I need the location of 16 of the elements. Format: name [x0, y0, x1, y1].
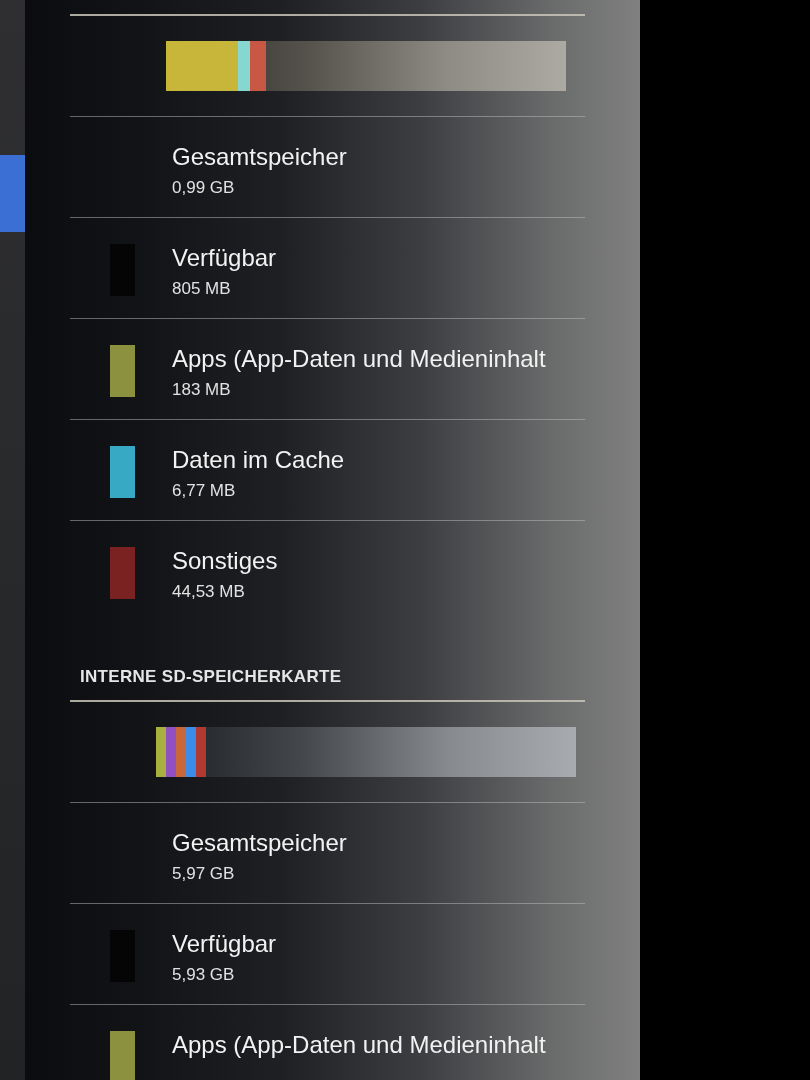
section-header: INTERNE SD-SPEICHERKARTE	[80, 667, 342, 687]
storage-item-size: 0,99 GB	[172, 177, 236, 198]
storage-item-size: 6,77 MB	[172, 480, 237, 501]
storage-item-title: Gesamtspeicher	[172, 143, 347, 171]
storage-item-title: Verfügbar	[172, 244, 277, 272]
storage-item-title: Sonstiges	[172, 547, 278, 575]
storage-item-title: Verfügbar	[172, 930, 277, 958]
storage-item-title: Gesamtspeicher	[172, 829, 347, 857]
storage-item-size: 183 MB	[172, 379, 232, 400]
storage-item-title: Daten im Cache	[172, 446, 345, 474]
storage-item-title: Apps (App-Daten und Medieninhalt	[172, 1031, 546, 1059]
storage-item-size: 5,93 GB	[172, 964, 236, 985]
storage-item-size: 44,53 MB	[172, 581, 246, 602]
storage-item-title: Apps (App-Daten und Medieninhalt	[172, 345, 546, 373]
storage-item-size: 5,97 GB	[172, 863, 236, 884]
storage-item-size: 805 MB	[172, 278, 232, 299]
